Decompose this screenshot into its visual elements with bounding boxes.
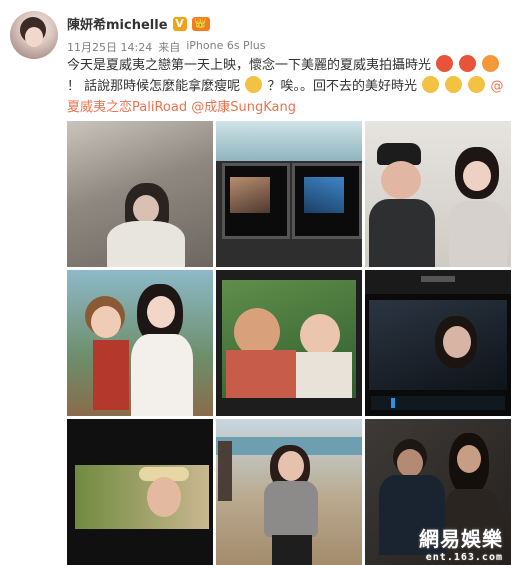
member-badge-icon[interactable]: 👑 xyxy=(191,16,210,31)
emoji-shy-icon xyxy=(245,76,263,93)
emoji-cry-icon xyxy=(445,76,463,93)
post-text-segment-4: ？唉。。回不去的美好時光 xyxy=(267,79,417,94)
photo-director-and-actress[interactable] xyxy=(365,121,511,267)
monitor-image-left xyxy=(230,177,270,213)
emoji-laugh-icon xyxy=(468,76,486,93)
photo-monitors-on-set[interactable] xyxy=(216,121,362,267)
source-device[interactable]: iPhone 6s Plus xyxy=(186,39,265,55)
photo-screen-flower-crown[interactable] xyxy=(67,419,213,565)
boy-face xyxy=(91,306,121,338)
avatar-face xyxy=(25,27,43,47)
pause-icon xyxy=(391,398,395,408)
man-face xyxy=(397,449,423,477)
editor-title xyxy=(421,276,455,282)
mention-sungkang[interactable]: @成康SungKang xyxy=(191,100,296,115)
post-text: 今天是夏威夷之戀第一天上映，懷念一下美麗的夏威夷拍攝時光 ！ 話說那時候怎麼能拿… xyxy=(67,55,512,118)
post-text-segment-3: 話說那時候怎麼能拿麼瘦呢 xyxy=(84,79,241,94)
user-avatar[interactable] xyxy=(10,11,58,59)
monitor-image-right xyxy=(304,177,344,213)
post-text-segment-1: 今天是夏威夷之戀第一天上映，懷念一下美麗的夏威夷拍攝時光 xyxy=(67,58,432,73)
user-name[interactable]: 陳妍希michelle xyxy=(67,14,168,33)
actress-face xyxy=(443,326,471,358)
post-meta: 11月25日 14:24 来自 iPhone 6s Plus xyxy=(67,39,509,55)
man-face xyxy=(234,308,280,356)
figure-body xyxy=(107,221,185,267)
photo-actress-with-boy[interactable] xyxy=(67,270,213,416)
actress-sweater xyxy=(264,481,318,537)
actress-body xyxy=(449,201,507,267)
photo-monitor-couple-scene[interactable] xyxy=(216,270,362,416)
emoji-orange-icon xyxy=(482,55,500,72)
name-row: 陳妍希michelle V 👑 xyxy=(67,14,509,33)
post-text-segment-2: ！ xyxy=(67,79,81,94)
woman-top xyxy=(296,352,352,398)
actress-face xyxy=(278,451,304,481)
actress-pants xyxy=(272,535,312,565)
sky xyxy=(216,121,362,161)
netease-watermark: 網易娛樂 ent.163.com xyxy=(419,523,503,563)
verified-badge-icon[interactable]: V xyxy=(172,16,187,31)
woman-face xyxy=(457,445,481,473)
photo-beach-walk[interactable] xyxy=(216,419,362,565)
boy-shirt xyxy=(93,340,129,410)
watermark-logo: 網易娛樂 xyxy=(419,527,503,551)
actress-face xyxy=(463,161,491,191)
photo-beach-scene[interactable] xyxy=(67,121,213,267)
woman-face xyxy=(300,314,340,356)
figure-face xyxy=(133,195,159,223)
director-vest xyxy=(369,199,435,267)
photo-night-scene[interactable]: 網易娛樂 ent.163.com xyxy=(365,419,511,565)
post-date[interactable]: 11月25日 14:24 xyxy=(67,39,152,55)
post-header: 陳妍希michelle V 👑 11月25日 14:24 来自 iPhone 6… xyxy=(67,14,509,55)
watermark-url: ent.163.com xyxy=(425,552,503,563)
actress-face xyxy=(147,296,175,328)
emoji-red-icon xyxy=(459,55,477,72)
director-face xyxy=(381,161,421,199)
source-prefix: 来自 xyxy=(158,41,181,54)
bystander xyxy=(218,441,232,501)
emoji-sad-icon xyxy=(422,76,440,93)
actress-top xyxy=(131,334,193,416)
emoji-red-icon xyxy=(436,55,454,72)
man-shirt xyxy=(226,350,296,398)
photo-editing-screen[interactable] xyxy=(365,270,511,416)
actress-face xyxy=(147,477,181,517)
editor-topbar xyxy=(365,270,511,294)
